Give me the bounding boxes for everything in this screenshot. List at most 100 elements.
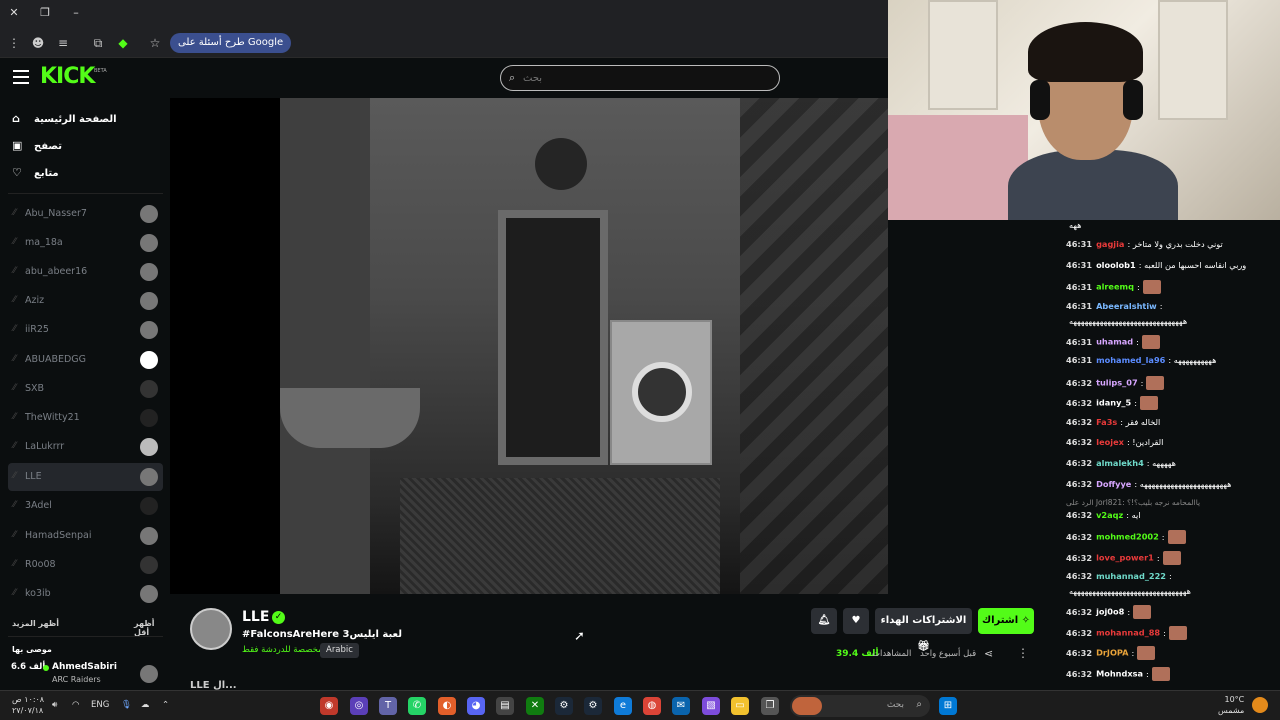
avatar xyxy=(140,585,158,603)
teams-icon[interactable]: T xyxy=(379,697,397,715)
video-player[interactable] xyxy=(170,98,888,594)
mail-icon[interactable]: ✉ xyxy=(672,697,690,715)
app-icon[interactable]: ◎ xyxy=(350,697,368,715)
app-icon[interactable]: ◉ xyxy=(320,697,338,715)
chat-username[interactable]: gagjia xyxy=(1096,239,1124,249)
channel-item-ma-18a[interactable]: ⁄⁄ ma_18a xyxy=(8,229,163,257)
chat-username[interactable]: mohmed2002 xyxy=(1096,532,1159,542)
task-view-icon[interactable]: ❐ xyxy=(761,697,779,715)
channel-item-lle[interactable]: ⁄⁄ LLE xyxy=(8,463,163,491)
show-more-link[interactable]: أظهر المزيد xyxy=(12,619,59,628)
chevron-up-icon[interactable]: ⌃ xyxy=(162,700,169,710)
steam-icon[interactable]: ⚙ xyxy=(555,697,573,715)
channel-item-sxb[interactable]: ⁄⁄ SXB xyxy=(8,375,163,403)
chat-timestamp: 46:31 xyxy=(1066,355,1093,365)
search-input[interactable] xyxy=(523,70,763,86)
store-icon[interactable]: ▤ xyxy=(496,697,514,715)
weather-widget[interactable]: 10°C مشمس xyxy=(1218,694,1244,716)
chat-username[interactable]: Mohndxsa xyxy=(1096,669,1143,679)
search-bar[interactable]: ⌕ xyxy=(500,65,780,91)
follow-button[interactable]: ♥ xyxy=(843,608,869,634)
show-less-link[interactable]: أظهر أقل xyxy=(134,619,170,637)
bookmark-star-icon[interactable]: ☆ xyxy=(146,34,164,52)
channel-item-lalukrrr[interactable]: ⁄⁄ LaLukrrr xyxy=(8,433,163,461)
chat-username[interactable]: oloolob1 xyxy=(1096,260,1136,270)
edge-icon[interactable]: e xyxy=(614,697,632,715)
chat-username[interactable]: love_power1 xyxy=(1096,553,1154,563)
subscribe-button[interactable]: اشتراك ✧ xyxy=(978,608,1034,634)
notification-button[interactable]: 🔔︎ xyxy=(811,608,837,634)
chrome-icon[interactable]: ◍ xyxy=(643,697,661,715)
whatsapp-icon[interactable]: ✆ xyxy=(408,697,426,715)
chat-message: 46:32 Mohndxsa: xyxy=(1066,667,1266,681)
channel-item-hamadsenpai[interactable]: ⁄⁄ HamadSenpai xyxy=(8,522,163,550)
gift-subs-button[interactable]: الاشتراكات الهداء 🎁︎ xyxy=(875,608,972,652)
chat-text: : وربي انقاسه احسبها من اللعبه xyxy=(1138,260,1247,270)
wifi-icon[interactable]: ◠ xyxy=(72,700,79,710)
cloud-icon[interactable]: ☁︎ xyxy=(141,700,150,710)
reply-indicator[interactable]: الرد على Jorl821: ياالمحامه نرجه بليب؟!؟ xyxy=(1066,498,1200,507)
kick-logo[interactable]: KICK xyxy=(40,64,95,89)
extension-badge-icon[interactable]: ◆ xyxy=(114,34,132,52)
chat-username[interactable]: Ieojex xyxy=(1096,437,1124,447)
channel-item-abu-abeer16[interactable]: ⁄⁄ abu_abeer16 xyxy=(8,258,163,286)
channel-item-aziz[interactable]: ⁄⁄ Aziz xyxy=(8,287,163,315)
channel-item-r0o08[interactable]: ⁄⁄ R0o08 xyxy=(8,551,163,579)
chat-username[interactable]: muhannad_222 xyxy=(1096,571,1166,581)
discord-icon[interactable]: ◕ xyxy=(467,697,485,715)
xbox-icon[interactable]: ✕ xyxy=(526,697,544,715)
streamer-name[interactable]: LLE xyxy=(242,609,269,625)
chat-username[interactable]: tulips_07 xyxy=(1096,378,1138,388)
chat-text: : !القرادين xyxy=(1126,437,1164,447)
language-tag[interactable]: Arabic xyxy=(320,643,359,658)
channel-item-abuabedgg[interactable]: ⁄⁄ ABUABEDGG xyxy=(8,346,163,374)
channel-item-3adel[interactable]: ⁄⁄ 3Adel xyxy=(8,492,163,520)
sidebar-item-following[interactable]: ♡ متابع xyxy=(12,166,59,186)
clock[interactable]: ١٠:٠٨ ص ٢٧/٠٧/١٨ xyxy=(12,694,44,716)
chat-username[interactable]: v2aqz xyxy=(1096,510,1123,520)
mic-icon[interactable]: 🎙︎ xyxy=(121,700,132,710)
chat-username[interactable]: Doffyye xyxy=(1096,479,1131,489)
chat-text: : xyxy=(1140,377,1144,388)
chat-username[interactable]: mohamed_la96 xyxy=(1096,355,1165,365)
sidebar-item-home[interactable]: ⌂ الصفحة الرئيسية xyxy=(12,112,117,132)
chat-username[interactable]: Fa3s xyxy=(1096,417,1117,427)
app-icon[interactable]: ◐ xyxy=(438,697,456,715)
menu-dots-icon[interactable]: ⋮ xyxy=(5,34,23,52)
chat-username[interactable]: alreemq xyxy=(1096,282,1134,292)
google-ask-button[interactable]: طرح أسئلة على Google xyxy=(170,33,292,53)
recommended-item-ahmedsabiri[interactable]: 6.6 ألف AhmedSabiri ARC Raiders xyxy=(8,660,163,690)
channel-item-abu-nasser7[interactable]: ⁄⁄ Abu_Nasser7 xyxy=(8,200,163,228)
more-options-icon[interactable]: ⋮ xyxy=(1017,646,1029,660)
app-icon[interactable]: ▧ xyxy=(702,697,720,715)
chat-username[interactable]: idany_5 xyxy=(1096,398,1131,408)
chat-username[interactable]: almalekh4 xyxy=(1096,458,1144,468)
chat-username[interactable]: mohannad_88 xyxy=(1096,628,1160,638)
chat-username[interactable]: DrJOPA xyxy=(1096,648,1128,658)
taskbar-search[interactable]: بحث ⌕ xyxy=(790,695,930,717)
stream-category[interactable]: مخصصة للدردشة فقط xyxy=(242,645,323,655)
reading-list-icon[interactable]: ≡ xyxy=(54,34,72,52)
windows-start-icon[interactable]: ⊞ xyxy=(939,697,957,715)
speaker-icon[interactable]: 🔊︎ xyxy=(52,700,57,710)
chat-username[interactable]: uhamad xyxy=(1096,337,1133,347)
chat-username[interactable]: Abeeralshtiw xyxy=(1096,301,1157,311)
language-indicator[interactable]: ENG xyxy=(91,700,109,710)
close-window-icon[interactable]: ✕ xyxy=(6,6,22,19)
hamburger-menu-icon[interactable] xyxy=(13,70,29,84)
share-icon[interactable]: ⋖ xyxy=(984,647,993,660)
chat-username[interactable]: joj0o8 xyxy=(1096,607,1124,617)
steam-icon[interactable]: ⚙ xyxy=(584,697,602,715)
sidebar-item-browse[interactable]: ▣ تصفح xyxy=(12,139,62,159)
channel-item-ko3ib[interactable]: ⁄⁄ ko3ib xyxy=(8,580,163,608)
extensions-icon[interactable]: ⧉ xyxy=(89,34,107,52)
avatar xyxy=(140,351,158,369)
streamer-avatar[interactable] xyxy=(190,608,232,650)
restore-window-icon[interactable]: ❐ xyxy=(37,6,53,19)
channel-item-thewitty21[interactable]: ⁄⁄ TheWitty21 xyxy=(8,404,163,432)
chat-text: : xyxy=(1127,606,1131,617)
file-explorer-icon[interactable]: ▭ xyxy=(731,697,749,715)
minimize-window-icon[interactable]: – xyxy=(68,6,84,19)
channel-item-iir25[interactable]: ⁄⁄ iiR25 xyxy=(8,316,163,344)
profile-icon[interactable]: ☻ xyxy=(29,34,47,52)
